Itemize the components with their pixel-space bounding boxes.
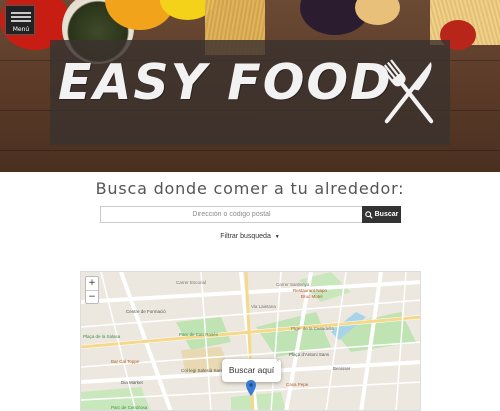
map-label: Benisser <box>333 366 351 371</box>
menu-label: Menú <box>12 26 30 33</box>
wood-grain <box>0 150 500 151</box>
map-label: Plaça de la Salasa <box>83 334 121 339</box>
map-pin-icon[interactable] <box>246 380 256 396</box>
map-label: Via Laietana <box>251 304 276 309</box>
knife-fork-icon <box>380 59 434 124</box>
map-label: Casa Pepe <box>286 382 309 387</box>
filter-label: Filtrar busqueda <box>220 233 271 240</box>
hero-banner: EASY FOOD <box>0 0 500 172</box>
hamburger-icon <box>11 12 31 22</box>
search-button[interactable]: Buscar <box>362 206 401 223</box>
search-here-label: Buscar aquí <box>228 365 275 375</box>
brand-title: EASY FOOD <box>58 54 393 111</box>
menu-button[interactable]: Menú <box>5 5 35 35</box>
zoom-out-button[interactable]: − <box>86 290 98 303</box>
zoom-in-button[interactable]: + <box>86 277 98 290</box>
map-label: Centre de Formació <box>126 309 166 314</box>
map-label: Dia Market <box>121 380 143 385</box>
filter-toggle: Filtrar busqueda ▼ <box>0 233 500 240</box>
address-search-input[interactable] <box>100 206 362 223</box>
map-label: Parc de Cendrosa <box>111 405 148 410</box>
popup-close-button[interactable]: × <box>276 358 279 364</box>
map-label: Parc de Can Rosés <box>179 332 219 337</box>
search-icon <box>364 210 373 219</box>
map-label: Plaça d'Antoni Sans <box>289 352 330 357</box>
zoom-control: + − <box>85 276 99 304</box>
search-button-label: Buscar <box>374 211 399 218</box>
brand-logo: EASY FOOD <box>50 40 450 145</box>
map-label: Carrer Sardenya <box>276 282 310 287</box>
search-here-popup[interactable]: × Buscar aquí <box>222 358 281 382</box>
map-label: Restaurant Napo <box>293 288 328 293</box>
map-label: Bar Cal Toppe <box>111 359 140 364</box>
map-label: Ptge. de la Ciutadella <box>291 326 334 331</box>
map[interactable]: Carrer Escorial Carrer Sardenya Ptge. de… <box>80 271 421 411</box>
map-label: Bruc Motel <box>301 294 323 299</box>
caret-down-icon: ▼ <box>274 234 280 240</box>
search-heading: Busca donde comer a tu alrededor: <box>95 179 405 198</box>
filter-search-toggle[interactable]: Filtrar busqueda ▼ <box>220 233 280 240</box>
map-label: Carrer Escorial <box>176 280 207 285</box>
search-form: Buscar <box>100 206 401 223</box>
